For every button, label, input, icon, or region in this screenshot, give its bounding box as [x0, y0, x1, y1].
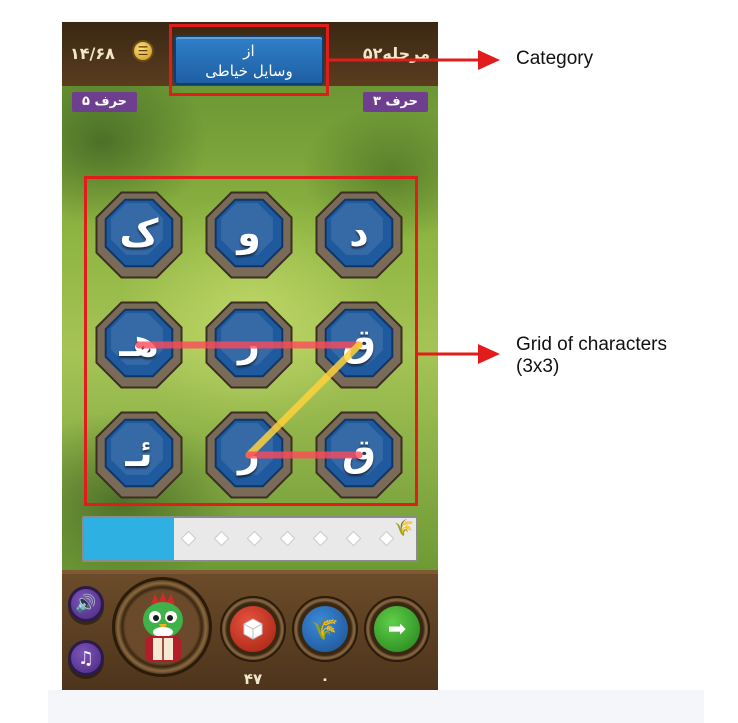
category-annotation: Category [516, 48, 594, 69]
footer-strip [48, 690, 704, 723]
grid-annotation-line-1: Grid of characters [516, 334, 667, 355]
grid-annotation: Grid of characters (3x3) [516, 334, 667, 378]
grid-annotation-line-2: (3x3) [516, 356, 560, 377]
